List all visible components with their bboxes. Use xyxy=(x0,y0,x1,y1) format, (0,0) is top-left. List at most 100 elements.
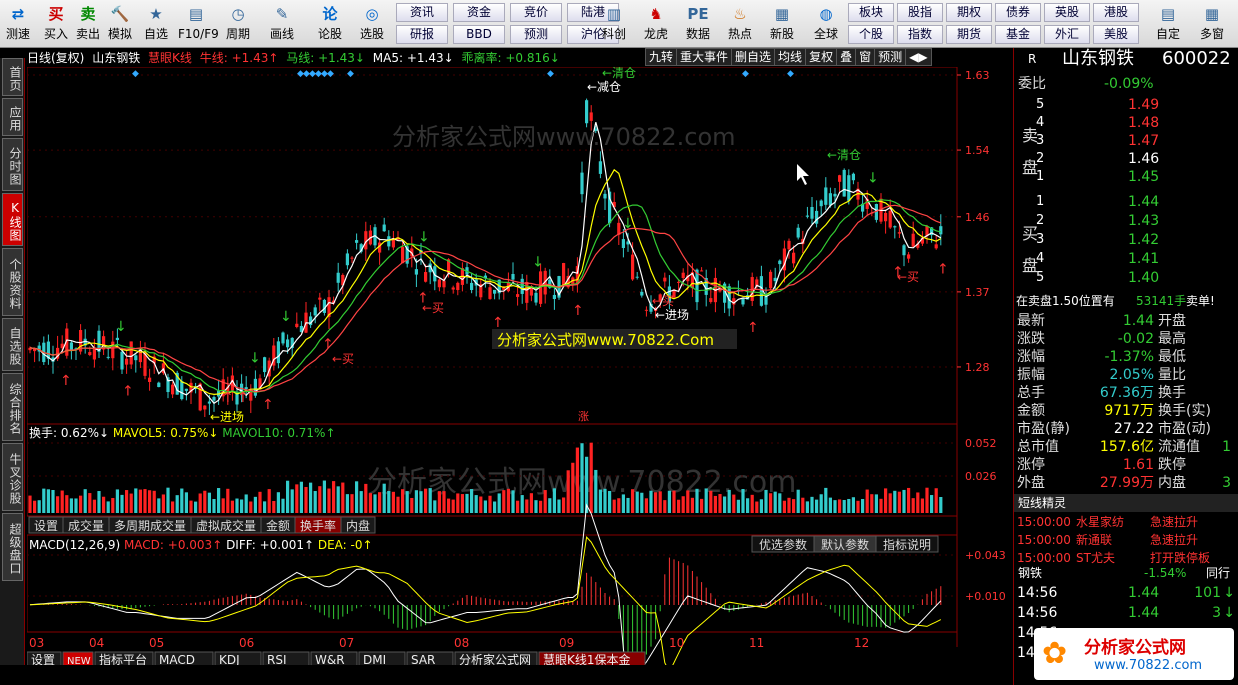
event-marker-icon[interactable]: ◆ xyxy=(347,69,354,79)
ma-line-red xyxy=(29,204,942,393)
toolbar-button-a-3[interactable]: 🔨 模拟 xyxy=(102,2,138,46)
bottom-tab-label: KDJ xyxy=(219,653,240,665)
toolbar-small2-top-5[interactable]: 港股 xyxy=(1093,3,1139,22)
nav-tab-5[interactable]: 自选股 xyxy=(2,318,23,371)
toolbar-button-a-7[interactable]: ✎ 画线 xyxy=(264,2,300,46)
volume-bar xyxy=(654,492,658,513)
nav-tab-6[interactable]: 综合排名 xyxy=(2,373,23,441)
spirit-title[interactable]: 短线精灵 xyxy=(1018,494,1066,512)
sell-price: 1.49 xyxy=(1128,97,1160,113)
event-marker-icon[interactable]: ◆ xyxy=(742,69,749,79)
event-marker-icon[interactable]: ◆ xyxy=(132,69,139,79)
volume-bar xyxy=(897,491,901,513)
chart-tool-5[interactable]: 叠 xyxy=(836,48,857,66)
toolbar-small2-top-4[interactable]: 英股 xyxy=(1044,3,1090,22)
toolbar-button-a-8[interactable]: 论论股 xyxy=(312,2,348,46)
volume-bar xyxy=(387,490,391,513)
toolbar-button-b-2[interactable]: PE 数据 xyxy=(680,2,716,46)
toolbar-small2-bottom-5[interactable]: 美股 xyxy=(1093,25,1139,44)
toolbar-button-a-6[interactable]: ◷ 周期 xyxy=(220,2,256,46)
chart-tool-3[interactable]: 均线 xyxy=(774,48,807,66)
toolbar-button-b-4[interactable]: ▦ 新股 xyxy=(764,2,800,46)
toolbar-small2-bottom-3[interactable]: 基金 xyxy=(995,25,1041,44)
toolbar-button-b-5[interactable]: ◍ 全球 xyxy=(808,2,844,46)
toolbar-label-a-7: 画线 xyxy=(269,27,294,41)
toolbar-label-b-5: 全球 xyxy=(813,27,838,41)
toolbar-small2-top-3[interactable]: 债券 xyxy=(995,3,1041,22)
toolbar-button-b-3[interactable]: ♨ 热点 xyxy=(722,2,758,46)
toolbar-label-a-0: 测速 xyxy=(5,27,30,41)
chart-tool-2[interactable]: 删自选 xyxy=(731,48,776,66)
volume-axis-label: 0.052 xyxy=(965,437,997,450)
volume-bar xyxy=(598,489,602,513)
horse-line-value: 马线: +1.43↓ xyxy=(286,51,365,65)
candle-body xyxy=(833,193,837,197)
volume-bar xyxy=(833,500,837,513)
toolbar-small2-bottom-2[interactable]: 期货 xyxy=(946,25,992,44)
chart-tool-6[interactable]: 窗 xyxy=(855,48,876,66)
spirit-name[interactable]: 新通联 xyxy=(1076,531,1112,549)
candle-body xyxy=(382,224,386,232)
candle-body xyxy=(184,388,188,391)
volume-bar xyxy=(713,495,717,513)
toolbar-small-bottom-2[interactable]: 预测 xyxy=(510,25,562,44)
candle-body xyxy=(589,112,593,121)
toolbar-button-c-1[interactable]: ▦ 多窗 xyxy=(1194,2,1230,46)
candle-body xyxy=(148,377,152,382)
annotation-clear: ←清仓 xyxy=(602,67,636,80)
toolbar-button-a-2[interactable]: 卖卖出 xyxy=(70,2,106,46)
toolbar-small2-top-2[interactable]: 期权 xyxy=(946,3,992,22)
toolbar-small2-bottom-0[interactable]: 个股 xyxy=(848,25,894,44)
nav-tab-0[interactable]: 首页 xyxy=(2,58,23,96)
chart-tool-0[interactable]: 九转 xyxy=(645,48,678,66)
toolbar-button-a-0[interactable]: ⇄ 测速 xyxy=(0,2,36,46)
nav-tab-2[interactable]: 分时图 xyxy=(2,138,23,191)
toolbar-small-bottom-0[interactable]: 研报 xyxy=(396,25,448,44)
sector-name[interactable]: 钢铁 xyxy=(1018,564,1042,582)
event-marker-icon[interactable]: ◆ xyxy=(327,69,334,79)
candle-body xyxy=(493,289,497,294)
event-marker-icon[interactable]: ◆ xyxy=(787,69,794,79)
toolbar-small-bottom-1[interactable]: BBD xyxy=(453,25,505,44)
volume-bar xyxy=(212,498,216,513)
panel-row: 1 xyxy=(1014,438,1238,456)
toolbar-small-top-0[interactable]: 资讯 xyxy=(396,3,448,22)
buy-level: 5 xyxy=(1036,270,1045,285)
toolbar-button-a-4[interactable]: ★ 自选 xyxy=(138,2,174,46)
indicator-label[interactable]: 慧眼K线 xyxy=(148,51,192,65)
event-marker-icon[interactable]: ◆ xyxy=(547,69,554,79)
toolbar-small2-bottom-4[interactable]: 外汇 xyxy=(1044,25,1090,44)
chart-tool-8[interactable]: ◀▶ xyxy=(905,48,932,66)
toolbar-small2-top-0[interactable]: 板块 xyxy=(848,3,894,22)
nav-tab-8[interactable]: 超级盘口 xyxy=(2,513,23,581)
nav-tab-3[interactable]: K线图 xyxy=(2,193,23,246)
toolbar-button-b-0[interactable]: ▥ 科创 xyxy=(596,2,632,46)
toolbar-button-a-5[interactable]: ▤ F10/F9 xyxy=(178,2,219,46)
period-label[interactable]: 日线(复权) xyxy=(27,51,84,65)
toolbar-button-a-1[interactable]: 买买入 xyxy=(38,2,74,46)
toolbar-button-c-0[interactable]: ▤ 自定 xyxy=(1150,2,1186,46)
kline-chart[interactable]: 1.631.541.461.371.28↑↑↑↑↑↑↑↑↑↑↑↑↑↓↓↓↓↓↓↓… xyxy=(27,67,1012,665)
toolbar-small2-top-1[interactable]: 股指 xyxy=(897,3,943,22)
nav-tab-4[interactable]: 个股资料 xyxy=(2,248,23,316)
chart-tool-7[interactable]: 预测 xyxy=(874,48,907,66)
toolbar-small-top-2[interactable]: 竞价 xyxy=(510,3,562,22)
chart-tool-4[interactable]: 复权 xyxy=(805,48,838,66)
toolbar-button-a-9[interactable]: ◎ 选股 xyxy=(354,2,390,46)
tick-volume: 101 xyxy=(1194,585,1221,601)
toolbar-small-top-1[interactable]: 资金 xyxy=(453,3,505,22)
volume-bar xyxy=(350,494,354,513)
volume-bar xyxy=(97,491,101,513)
ma-line-green xyxy=(29,199,941,393)
panel-row: 在卖盘1.50位置有 53141手 卖单! xyxy=(1014,292,1238,310)
buy-price: 1.40 xyxy=(1128,270,1160,286)
nav-tab-7[interactable]: 牛叉诊股 xyxy=(2,443,23,511)
toolbar-small2-bottom-1[interactable]: 指数 xyxy=(897,25,943,44)
toolbar-label-a-5: F10/F9 xyxy=(178,27,219,41)
sell-level: 2 xyxy=(1036,151,1045,166)
toolbar-button-b-1[interactable]: ♞ 龙虎 xyxy=(638,2,674,46)
chart-tool-1[interactable]: 重大事件 xyxy=(676,48,733,66)
spirit-name[interactable]: 水星家纺 xyxy=(1076,513,1124,531)
volume-bar xyxy=(635,491,639,513)
nav-tab-1[interactable]: 应用 xyxy=(2,98,23,136)
